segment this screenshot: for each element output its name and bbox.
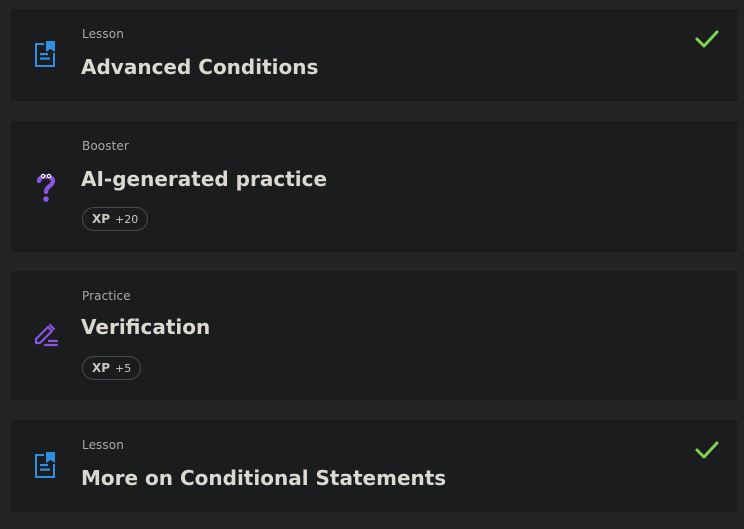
item-title: Verification — [81, 315, 211, 339]
list-item-more-on-conditional-statements[interactable]: Lesson More on Conditional Statements — [10, 420, 738, 512]
xp-badge: XP +20 — [82, 207, 149, 231]
item-kind: Booster — [82, 139, 129, 153]
question-mark-icon — [32, 171, 60, 202]
list-item-advanced-conditions[interactable]: Lesson Advanced Conditions — [10, 9, 738, 101]
item-title: More on Conditional Statements — [81, 466, 447, 490]
xp-value: +5 — [115, 361, 132, 375]
xp-label: XP — [92, 361, 111, 375]
xp-label: XP — [92, 212, 111, 226]
item-title: AI-generated practice — [81, 167, 328, 191]
list-item-verification[interactable]: Practice Verification XP +5 — [10, 271, 738, 400]
item-kind: Practice — [82, 289, 131, 303]
checkmark-icon — [695, 438, 719, 462]
pencil-icon — [32, 321, 60, 349]
xp-badge: XP +5 — [82, 356, 142, 380]
document-icon — [32, 450, 60, 478]
checkmark-icon — [695, 27, 719, 51]
item-title: Advanced Conditions — [81, 55, 319, 79]
lesson-list: Lesson Advanced Conditions Booster AI-ge… — [0, 0, 744, 529]
document-icon — [32, 39, 60, 67]
item-kind: Lesson — [82, 27, 124, 41]
item-kind: Lesson — [82, 438, 124, 452]
list-item-ai-generated-practice[interactable]: Booster AI-generated practice XP +20 — [10, 121, 738, 252]
xp-value: +20 — [115, 212, 139, 226]
